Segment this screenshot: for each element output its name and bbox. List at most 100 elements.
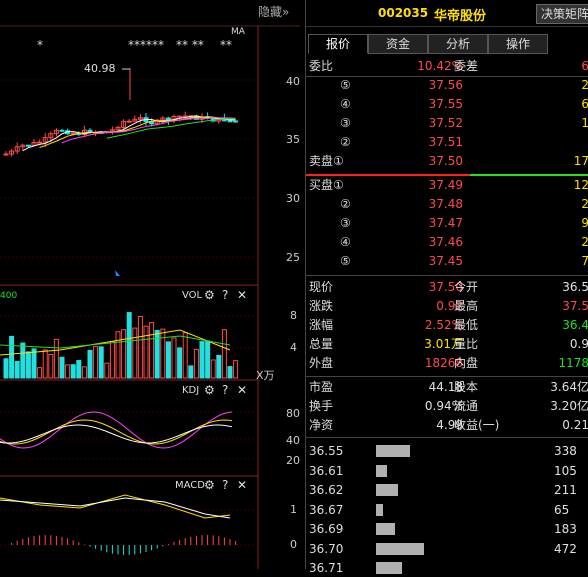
ratio-label: 委比 xyxy=(309,59,334,73)
order-volume: 2 xyxy=(581,197,588,211)
quote-label: 量比 xyxy=(454,337,479,351)
quote-label: 内盘 xyxy=(454,356,479,370)
fundamental-row: 净资 4.99 收益(一) 0.21 xyxy=(306,416,588,434)
trade-volume: 65 xyxy=(554,502,570,517)
vol-tick: 4 xyxy=(290,341,297,354)
trade-row: 36.67 65 xyxy=(306,501,588,519)
volume-bar xyxy=(227,366,233,379)
order-level-label: ⑤ xyxy=(340,78,351,92)
volume-bar xyxy=(121,329,127,379)
kline-chart-pane[interactable]: 隐藏» MA * ****** ** ** ** 40.98 40 35 30 … xyxy=(0,0,305,569)
double-chevron-right-icon: » xyxy=(282,5,290,19)
candle-body xyxy=(25,144,31,147)
trade-volume: 211 xyxy=(554,483,577,497)
sell-order-row: 卖盘① 37.50 17 xyxy=(306,152,588,170)
vol-close-icon[interactable]: ✕ xyxy=(237,288,247,302)
tab-analysis[interactable]: 分析 xyxy=(428,34,488,54)
price-tick: 25 xyxy=(286,251,300,264)
price-tick: 30 xyxy=(286,192,300,205)
buy-order-row: ④ 37.46 2 xyxy=(306,233,588,251)
quote-header: 002035 华帝股份 决策矩阵 xyxy=(306,0,588,27)
trade-price: 36.71 xyxy=(309,561,344,575)
volume-bar xyxy=(25,351,31,379)
volume-bar xyxy=(171,337,177,379)
vol-title: VOL xyxy=(182,290,203,301)
divider xyxy=(306,376,588,377)
tab-funds[interactable]: 资金 xyxy=(368,34,428,54)
vol-unit: X万 xyxy=(256,369,275,382)
volume-bar xyxy=(154,329,160,379)
hide-panel-button[interactable]: 隐藏» xyxy=(258,3,289,20)
volume-bar xyxy=(98,346,104,379)
quote-row: 涨跌 0.92 最高 37.5 xyxy=(306,297,588,315)
vol-help-icon[interactable]: ? xyxy=(222,288,228,302)
trade-row: 36.55 338 xyxy=(306,442,588,460)
volume-bar xyxy=(188,365,194,379)
volume-bar xyxy=(126,312,132,379)
decision-matrix-button[interactable]: 决策矩阵 xyxy=(536,4,588,24)
volume-bar xyxy=(109,341,115,379)
volume-bar xyxy=(143,325,149,379)
candle-body xyxy=(233,120,239,123)
sell-order-row: ⑤ 37.56 2 xyxy=(306,76,588,94)
macd-close-icon[interactable]: ✕ xyxy=(237,478,247,492)
star-marker: * xyxy=(37,38,43,52)
macd-tick: 0 xyxy=(290,538,297,551)
volume-bar xyxy=(137,316,143,379)
trade-row: 36.62 211 xyxy=(306,481,588,499)
candle-body xyxy=(3,153,9,156)
volume-bar xyxy=(193,348,199,379)
kdj-help-icon[interactable]: ? xyxy=(222,383,228,397)
volume-bar xyxy=(205,340,211,379)
star-marker: ****** xyxy=(128,38,164,52)
kdj-settings-icon[interactable]: ⚙ xyxy=(204,383,215,397)
trade-volume-bar xyxy=(376,562,402,574)
macd-settings-icon[interactable]: ⚙ xyxy=(204,478,215,492)
stock-name: 华帝股份 xyxy=(434,9,487,24)
quote-row: 总量 3.01万 量比 0.9 xyxy=(306,335,588,353)
diff-label: 委差 xyxy=(454,59,479,73)
trade-volume-bar xyxy=(376,523,395,535)
order-level-label: ③ xyxy=(340,216,351,230)
order-volume: 1 xyxy=(581,116,588,130)
macd-title: MACD xyxy=(175,480,205,491)
volume-bar xyxy=(20,342,26,379)
order-price: 37.46 xyxy=(428,235,463,249)
buy-order-row: ③ 37.47 9 xyxy=(306,214,588,232)
order-level-label: ④ xyxy=(340,235,351,249)
sell-order-row: ② 37.51 xyxy=(306,133,588,151)
vol-settings-icon[interactable]: ⚙ xyxy=(204,288,215,302)
fund-label: 换手 xyxy=(309,399,334,413)
divider xyxy=(306,275,588,276)
macd-help-icon[interactable]: ? xyxy=(222,478,228,492)
order-volume: 17 xyxy=(573,154,588,168)
kdj-close-icon[interactable]: ✕ xyxy=(237,383,247,397)
quote-value: 36.4 xyxy=(562,318,588,332)
volume-bar xyxy=(233,360,239,379)
order-volume: 2 xyxy=(581,78,588,92)
kdj-tick: 20 xyxy=(286,454,300,467)
order-price: 37.52 xyxy=(428,116,463,130)
quote-label: 外盘 xyxy=(309,356,334,370)
order-level-label: ③ xyxy=(340,116,351,130)
quote-panel: 002035 华帝股份 决策矩阵 报价 资金 分析 操作 委比 10.42% 委… xyxy=(305,0,588,575)
volume-bar xyxy=(65,364,71,379)
volume-bar xyxy=(42,349,48,379)
volume-bar xyxy=(76,360,82,379)
macd-tick: 1 xyxy=(290,503,297,516)
quote-label: 今开 xyxy=(454,280,479,294)
kline-chart-canvas[interactable] xyxy=(0,0,305,569)
volume-bar xyxy=(210,359,216,379)
tab-operation[interactable]: 操作 xyxy=(488,34,548,54)
buy-order-row: ② 37.48 2 xyxy=(306,195,588,213)
quote-tabs: 报价 资金 分析 操作 xyxy=(306,34,588,54)
fundamental-row: 换手 0.94% 流通 3.20亿 xyxy=(306,397,588,415)
trade-volume: 338 xyxy=(554,444,577,458)
kdj-title: KDJ xyxy=(182,385,200,396)
tab-quote[interactable]: 报价 xyxy=(308,34,368,54)
order-volume: 2 xyxy=(581,235,588,249)
trade-price: 36.69 xyxy=(309,522,344,536)
trade-volume-bar xyxy=(376,503,383,516)
fund-value: 0.21 xyxy=(562,418,588,432)
order-price: 37.55 xyxy=(428,97,463,111)
